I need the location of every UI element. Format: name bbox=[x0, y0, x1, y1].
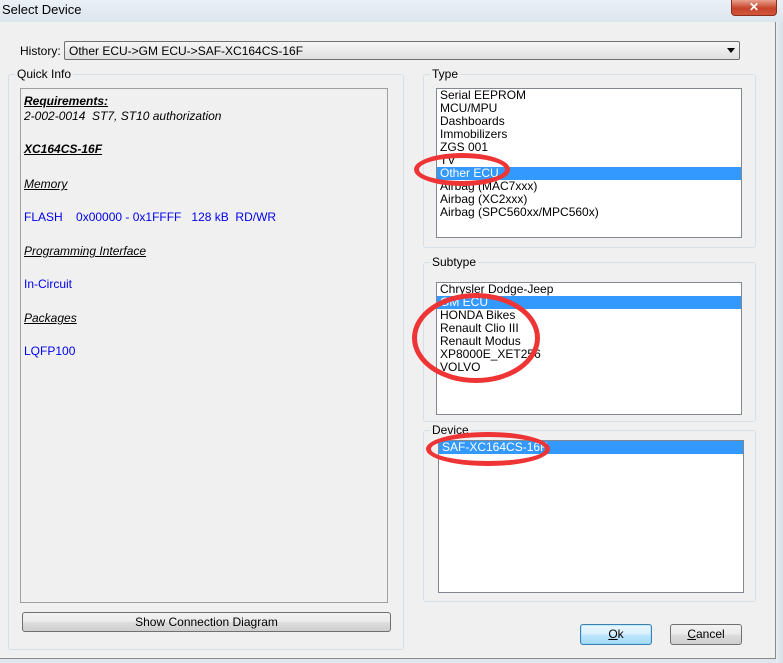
ok-button[interactable]: Ok bbox=[580, 624, 652, 645]
type-list-item[interactable]: Airbag (SPC560xx/MPC560x) bbox=[437, 206, 741, 219]
title-bar[interactable]: Select Device ✕ bbox=[0, 0, 783, 22]
subtype-list-item[interactable]: XP8000E_XET256 bbox=[437, 348, 741, 361]
device-list-item[interactable]: SAF-XC164CS-16F bbox=[439, 441, 743, 454]
history-value: Other ECU->GM ECU->SAF-XC164CS-16F bbox=[69, 44, 304, 58]
quick-info-panel: Requirements: 2-002-0014 ST7, ST10 autho… bbox=[20, 88, 388, 603]
window-edge bbox=[776, 22, 783, 663]
packages-heading: Packages bbox=[24, 311, 77, 325]
quick-info-label: Quick Info bbox=[15, 67, 74, 81]
device-name: XC164CS-16F bbox=[24, 142, 103, 156]
dialog-client-area: History: Other ECU->GM ECU->SAF-XC164CS-… bbox=[0, 22, 776, 659]
quick-info-group: Quick Info Requirements: 2-002-0014 ST7,… bbox=[8, 67, 404, 650]
device-label: Device bbox=[430, 423, 471, 437]
interface-heading: Programming Interface bbox=[24, 244, 147, 258]
type-label: Type bbox=[430, 67, 461, 81]
cancel-label: ancel bbox=[695, 627, 725, 641]
close-x-icon: ✕ bbox=[748, 0, 760, 14]
history-label: History: bbox=[20, 44, 61, 58]
subtype-list-item[interactable]: VOLVO bbox=[437, 361, 741, 374]
ok-label: k bbox=[617, 627, 624, 641]
memory-text: FLASH 0x00000 - 0x1FFFF 128 kB RD/WR bbox=[24, 210, 277, 224]
subtype-group: Subtype Chrysler Dodge-Jeep GM ECU HONDA B… bbox=[423, 255, 756, 422]
type-listbox[interactable]: Serial EEPROM MCU/MPU Dashboards Immobilize… bbox=[436, 88, 742, 238]
requirements-heading: Requirements: bbox=[24, 94, 109, 108]
cancel-button[interactable]: Cancel bbox=[670, 624, 742, 645]
memory-heading: Memory bbox=[24, 177, 68, 191]
show-connection-diagram-button[interactable]: Show Connection Diagram bbox=[22, 612, 391, 632]
history-dropdown[interactable]: Other ECU->GM ECU->SAF-XC164CS-16F bbox=[64, 41, 740, 60]
close-button[interactable]: ✕ bbox=[731, 0, 777, 16]
device-group: Device SAF-XC164CS-16F bbox=[423, 423, 756, 602]
type-group: Type Serial EEPROM MCU/MPU Dashboards Immob… bbox=[423, 67, 756, 248]
requirements-text: 2-002-0014 ST7, ST10 authorization bbox=[24, 109, 222, 123]
chevron-down-icon[interactable] bbox=[727, 48, 735, 53]
type-list-item[interactable]: ZGS 001 bbox=[437, 141, 741, 154]
window-title: Select Device bbox=[2, 2, 82, 17]
subtype-label: Subtype bbox=[430, 255, 479, 269]
packages-text: LQFP100 bbox=[24, 344, 76, 358]
subtype-listbox[interactable]: Chrysler Dodge-Jeep GM ECU HONDA Bikes Rena… bbox=[436, 282, 742, 415]
interface-text: In-Circuit bbox=[24, 277, 73, 291]
cancel-accel-key: C bbox=[687, 627, 696, 641]
show-connection-diagram-label: Show Connection Diagram bbox=[135, 615, 278, 629]
device-listbox[interactable]: SAF-XC164CS-16F bbox=[438, 440, 744, 593]
ok-accel-key: O bbox=[608, 627, 618, 641]
